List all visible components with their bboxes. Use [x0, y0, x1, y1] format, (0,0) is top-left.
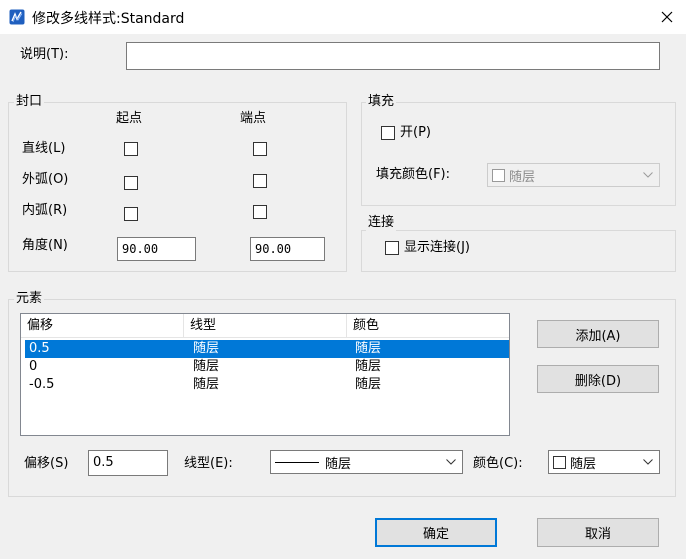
description-input[interactable] [126, 42, 660, 70]
multiline-app-icon [9, 9, 25, 25]
elements-group-title: 元素 [14, 291, 45, 307]
cap-line-label: 直线(L) [22, 141, 66, 156]
window-title: 修改多线样式:Standard [32, 11, 185, 27]
fill-color-label: 填充颜色(F): [376, 167, 451, 182]
joints-show-checkbox[interactable] [385, 241, 399, 255]
cap-angle-label: 角度(N) [22, 238, 68, 253]
close-icon [661, 11, 673, 23]
element-offset-input[interactable]: 0.5 [88, 450, 168, 476]
cap-outer-arc-start-checkbox[interactable] [124, 176, 138, 190]
column-header-offset[interactable]: 偏移 [21, 314, 183, 338]
fill-color-swatch [492, 168, 505, 182]
joints-show-label: 显示连接(J) [404, 240, 470, 255]
close-button[interactable] [652, 4, 682, 30]
element-color-cell: 随层 [355, 359, 382, 374]
cap-angle-end-input[interactable]: 90.00 [250, 237, 325, 261]
linetype-preview-line [275, 461, 319, 463]
element-linetype-cell: 随层 [193, 341, 220, 356]
element-color-value: 随层 [570, 456, 597, 472]
elements-list-header: 偏移 线型 颜色 [21, 314, 509, 338]
fill-color-value: 随层 [509, 169, 536, 185]
element-row[interactable]: -0.5 随层 随层 [25, 376, 509, 394]
element-color-swatch [553, 455, 566, 469]
description-label: 说明(T): [20, 47, 69, 62]
caps-end-header: 端点 [240, 111, 267, 126]
column-header-linetype[interactable]: 线型 [184, 314, 346, 338]
fill-on-checkbox[interactable] [381, 126, 395, 140]
cap-outer-arc-end-checkbox[interactable] [253, 174, 267, 188]
element-offset-cell: 0.5 [29, 341, 50, 356]
element-color-select[interactable]: 随层 [548, 450, 660, 474]
column-header-color[interactable]: 颜色 [347, 314, 509, 338]
fill-on-label: 开(P) [400, 125, 431, 140]
element-linetype-select[interactable]: 随层 [270, 450, 463, 474]
elements-list[interactable]: 偏移 线型 颜色 0.5 随层 随层 0 随层 随层 -0.5 随层 随层 [20, 313, 510, 436]
joints-group-title: 连接 [366, 215, 397, 231]
add-element-button[interactable]: 添加(A) [537, 320, 659, 348]
element-color-label: 颜色(C): [473, 456, 523, 471]
fill-group-title: 填充 [366, 94, 397, 110]
element-linetype-value: 随层 [325, 456, 352, 472]
cap-line-start-checkbox[interactable] [124, 142, 138, 156]
delete-element-button[interactable]: 删除(D) [537, 365, 659, 393]
element-color-cell: 随层 [355, 377, 382, 392]
cap-outer-arc-label: 外弧(O) [22, 172, 69, 187]
element-linetype-label: 线型(E): [184, 456, 233, 471]
element-offset-cell: -0.5 [29, 377, 55, 392]
caps-start-header: 起点 [116, 111, 143, 126]
fill-group [361, 102, 676, 206]
chevron-down-icon [446, 459, 456, 465]
cancel-button[interactable]: 取消 [537, 518, 659, 547]
ok-button[interactable]: 确定 [375, 518, 497, 547]
cap-inner-arc-label: 内弧(R) [22, 203, 68, 218]
element-row[interactable]: 0.5 随层 随层 [25, 340, 509, 358]
cap-inner-arc-start-checkbox[interactable] [124, 207, 138, 221]
chevron-down-icon [643, 459, 653, 465]
chevron-down-icon [643, 172, 653, 178]
element-color-cell: 随层 [355, 341, 382, 356]
element-row[interactable]: 0 随层 随层 [25, 358, 509, 376]
element-offset-label: 偏移(S) [24, 456, 69, 471]
cap-line-end-checkbox[interactable] [253, 142, 267, 156]
element-linetype-cell: 随层 [193, 359, 220, 374]
element-offset-cell: 0 [29, 359, 38, 374]
caps-group-title: 封口 [14, 94, 45, 110]
element-linetype-cell: 随层 [193, 377, 220, 392]
cap-angle-start-input[interactable]: 90.00 [117, 237, 196, 261]
cap-inner-arc-end-checkbox[interactable] [253, 205, 267, 219]
fill-color-select: 随层 [487, 163, 660, 187]
